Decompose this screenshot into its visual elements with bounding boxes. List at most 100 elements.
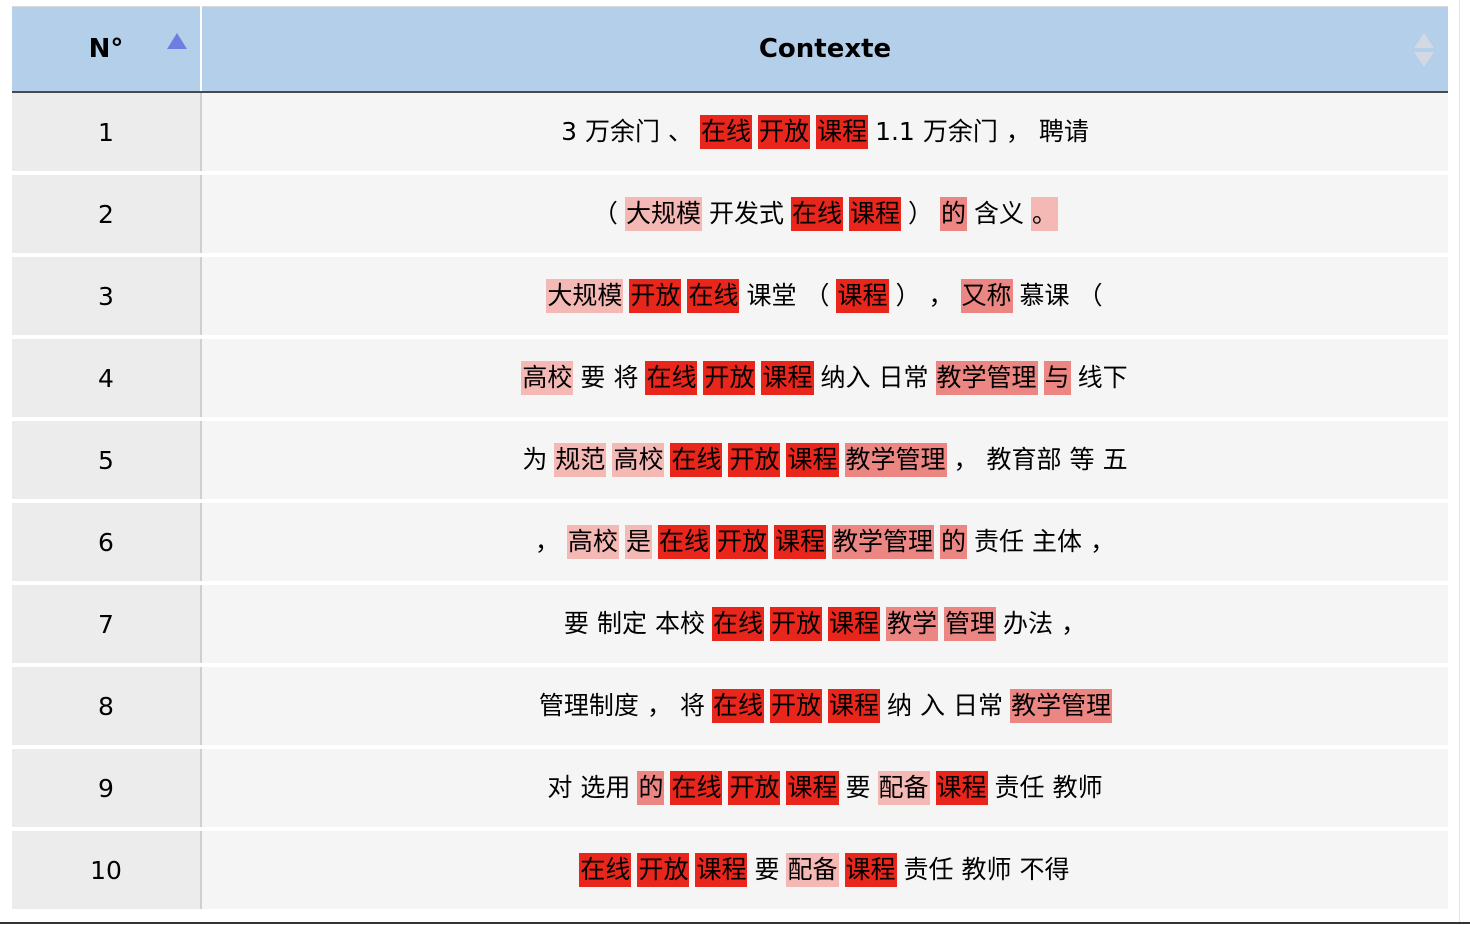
context-token: 线下 bbox=[1077, 363, 1128, 392]
context-token: ， bbox=[646, 691, 672, 720]
context-token: 课程 bbox=[828, 689, 881, 723]
context-cell: 对选用的在线 开放 课程要配备 课程 责任 教师 bbox=[200, 747, 1448, 831]
context-token: ， bbox=[928, 281, 954, 310]
context-token: 开放 bbox=[769, 607, 822, 641]
table-row[interactable]: 3 大规模 开放 在线 课堂（课程），又称 慕课（ bbox=[12, 255, 1448, 339]
context-token: 教学管理 bbox=[1010, 689, 1113, 723]
context-token: 课程 bbox=[828, 607, 881, 641]
table-row[interactable]: 9 对选用的在线 开放 课程要配备 课程 责任 教师 bbox=[12, 747, 1448, 831]
column-header-number[interactable]: N° bbox=[12, 6, 202, 93]
table-row[interactable]: 6，高校是在线 开放 课程 教学管理的责任 主体， bbox=[12, 501, 1448, 585]
context-token: 要 bbox=[580, 363, 606, 392]
table-row[interactable]: 8 管理制度，将在线 开放 课程纳入日常 教学管理 bbox=[12, 665, 1448, 749]
context-token: 教育部 bbox=[986, 445, 1062, 474]
context-token: 主体 bbox=[1032, 527, 1083, 556]
context-token: 管理 bbox=[944, 607, 997, 641]
context-token: 要 bbox=[754, 855, 780, 884]
context-token: 入 bbox=[920, 691, 946, 720]
right-divider bbox=[1459, 0, 1460, 922]
context-token: 课堂 bbox=[746, 281, 797, 310]
sort-ascending-icon[interactable] bbox=[167, 33, 187, 49]
context-token: 在线 bbox=[670, 771, 723, 805]
context-token: 办法 bbox=[1003, 609, 1054, 638]
concordance-table: N° Contexte 1 3 万余门、在线 开放 课程 1.1 万余门，聘请 2 （大规模 开发… bbox=[12, 6, 1448, 913]
context-token: 等 bbox=[1069, 445, 1095, 474]
sort-down-arrow-icon bbox=[1414, 52, 1434, 67]
table-row[interactable]: 4 高校要将在线 开放 课程 纳入 日常 教学管理与线下 bbox=[12, 337, 1448, 421]
context-token: 责任 bbox=[994, 773, 1045, 802]
context-token: 责任 bbox=[974, 527, 1025, 556]
sort-both-icon[interactable] bbox=[1414, 33, 1434, 69]
context-token: ， bbox=[953, 445, 979, 474]
context-token: 在线 bbox=[711, 607, 764, 641]
table-body: 1 3 万余门、在线 开放 课程 1.1 万余门，聘请 2 （大规模 开发式 在线 课程）的含义。 3 大… bbox=[12, 92, 1448, 913]
column-header-number-label: N° bbox=[88, 34, 124, 64]
context-token: 在线 bbox=[579, 853, 632, 887]
context-token: 制定 bbox=[596, 609, 647, 638]
context-cell: （大规模 开发式 在线 课程）的含义。 bbox=[200, 173, 1448, 257]
context-token: 万余门 bbox=[922, 117, 998, 146]
context-token: 课程 bbox=[786, 771, 839, 805]
context-token: 高校 bbox=[521, 361, 574, 395]
context-token: 又称 bbox=[960, 279, 1013, 313]
context-token: 责任 bbox=[903, 855, 954, 884]
context-token: 课程 bbox=[773, 525, 826, 559]
context-token: ） bbox=[908, 199, 934, 228]
table-header: N° Contexte bbox=[12, 6, 1448, 93]
context-token: 在线 bbox=[700, 115, 753, 149]
table-row[interactable]: 1 3 万余门、在线 开放 课程 1.1 万余门，聘请 bbox=[12, 92, 1448, 175]
context-token: 含义 bbox=[974, 199, 1025, 228]
context-token: 慕课 bbox=[1019, 281, 1070, 310]
table-row[interactable]: 2 （大规模 开发式 在线 课程）的含义。 bbox=[12, 173, 1448, 257]
context-token: 开发式 bbox=[708, 199, 784, 228]
context-token: 管理制度 bbox=[538, 691, 639, 720]
context-token: 开放 bbox=[728, 443, 781, 477]
context-token: 教学 bbox=[886, 607, 939, 641]
context-token: 配备 bbox=[786, 853, 839, 887]
table-row[interactable]: 7 要制定 本校 在线 开放 课程 教学 管理 办法， bbox=[12, 583, 1448, 667]
bottom-divider bbox=[0, 922, 1470, 924]
context-token: ） bbox=[895, 281, 921, 310]
row-number-cell: 1 bbox=[12, 92, 202, 175]
context-token: 在线 bbox=[657, 525, 710, 559]
column-header-context[interactable]: Contexte bbox=[201, 6, 1448, 93]
context-token: 是 bbox=[624, 525, 652, 559]
context-token: 开放 bbox=[637, 853, 690, 887]
context-token: 在线 bbox=[687, 279, 740, 313]
context-cell: ，高校是在线 开放 课程 教学管理的责任 主体， bbox=[200, 501, 1448, 585]
context-token: 教师 bbox=[1052, 773, 1103, 802]
context-token: 聘请 bbox=[1038, 117, 1089, 146]
context-token: 1.1 bbox=[875, 117, 915, 146]
context-token: 开放 bbox=[769, 689, 822, 723]
context-cell: 高校要将在线 开放 课程 纳入 日常 教学管理与线下 bbox=[200, 337, 1448, 421]
context-token: 课程 bbox=[816, 115, 869, 149]
context-token: 课程 bbox=[695, 853, 748, 887]
context-token: 日常 bbox=[878, 363, 929, 392]
context-token: （ bbox=[592, 199, 618, 228]
context-token: 本校 bbox=[654, 609, 705, 638]
context-token: 在线 bbox=[670, 443, 723, 477]
context-cell: 管理制度，将在线 开放 课程纳入日常 教学管理 bbox=[200, 665, 1448, 749]
row-number-cell: 7 bbox=[12, 583, 202, 667]
context-token: 在线 bbox=[790, 197, 843, 231]
table-row[interactable]: 10 在线 开放 课程要配备 课程 责任 教师 不得 bbox=[12, 829, 1448, 913]
context-token: 要 bbox=[563, 609, 589, 638]
context-token: 开放 bbox=[715, 525, 768, 559]
context-token: 大规模 bbox=[546, 279, 624, 313]
context-cell: 为规范 高校 在线 开放 课程 教学管理，教育部等五 bbox=[200, 419, 1448, 503]
row-number-cell: 2 bbox=[12, 173, 202, 257]
context-token: ， bbox=[1090, 527, 1116, 556]
context-token: 选用 bbox=[580, 773, 631, 802]
context-token: 规范 bbox=[554, 443, 607, 477]
context-token: 课程 bbox=[786, 443, 839, 477]
context-token: 开放 bbox=[629, 279, 682, 313]
context-token: 高校 bbox=[612, 443, 665, 477]
context-token: 对 bbox=[547, 773, 573, 802]
row-number-cell: 8 bbox=[12, 665, 202, 749]
table-row[interactable]: 5 为规范 高校 在线 开放 课程 教学管理，教育部等五 bbox=[12, 419, 1448, 503]
context-token: 课程 bbox=[836, 279, 889, 313]
context-token: 的 bbox=[940, 197, 968, 231]
context-token: 教学管理 bbox=[844, 443, 947, 477]
sort-up-arrow-icon bbox=[1414, 33, 1434, 48]
row-number-cell: 10 bbox=[12, 829, 202, 913]
